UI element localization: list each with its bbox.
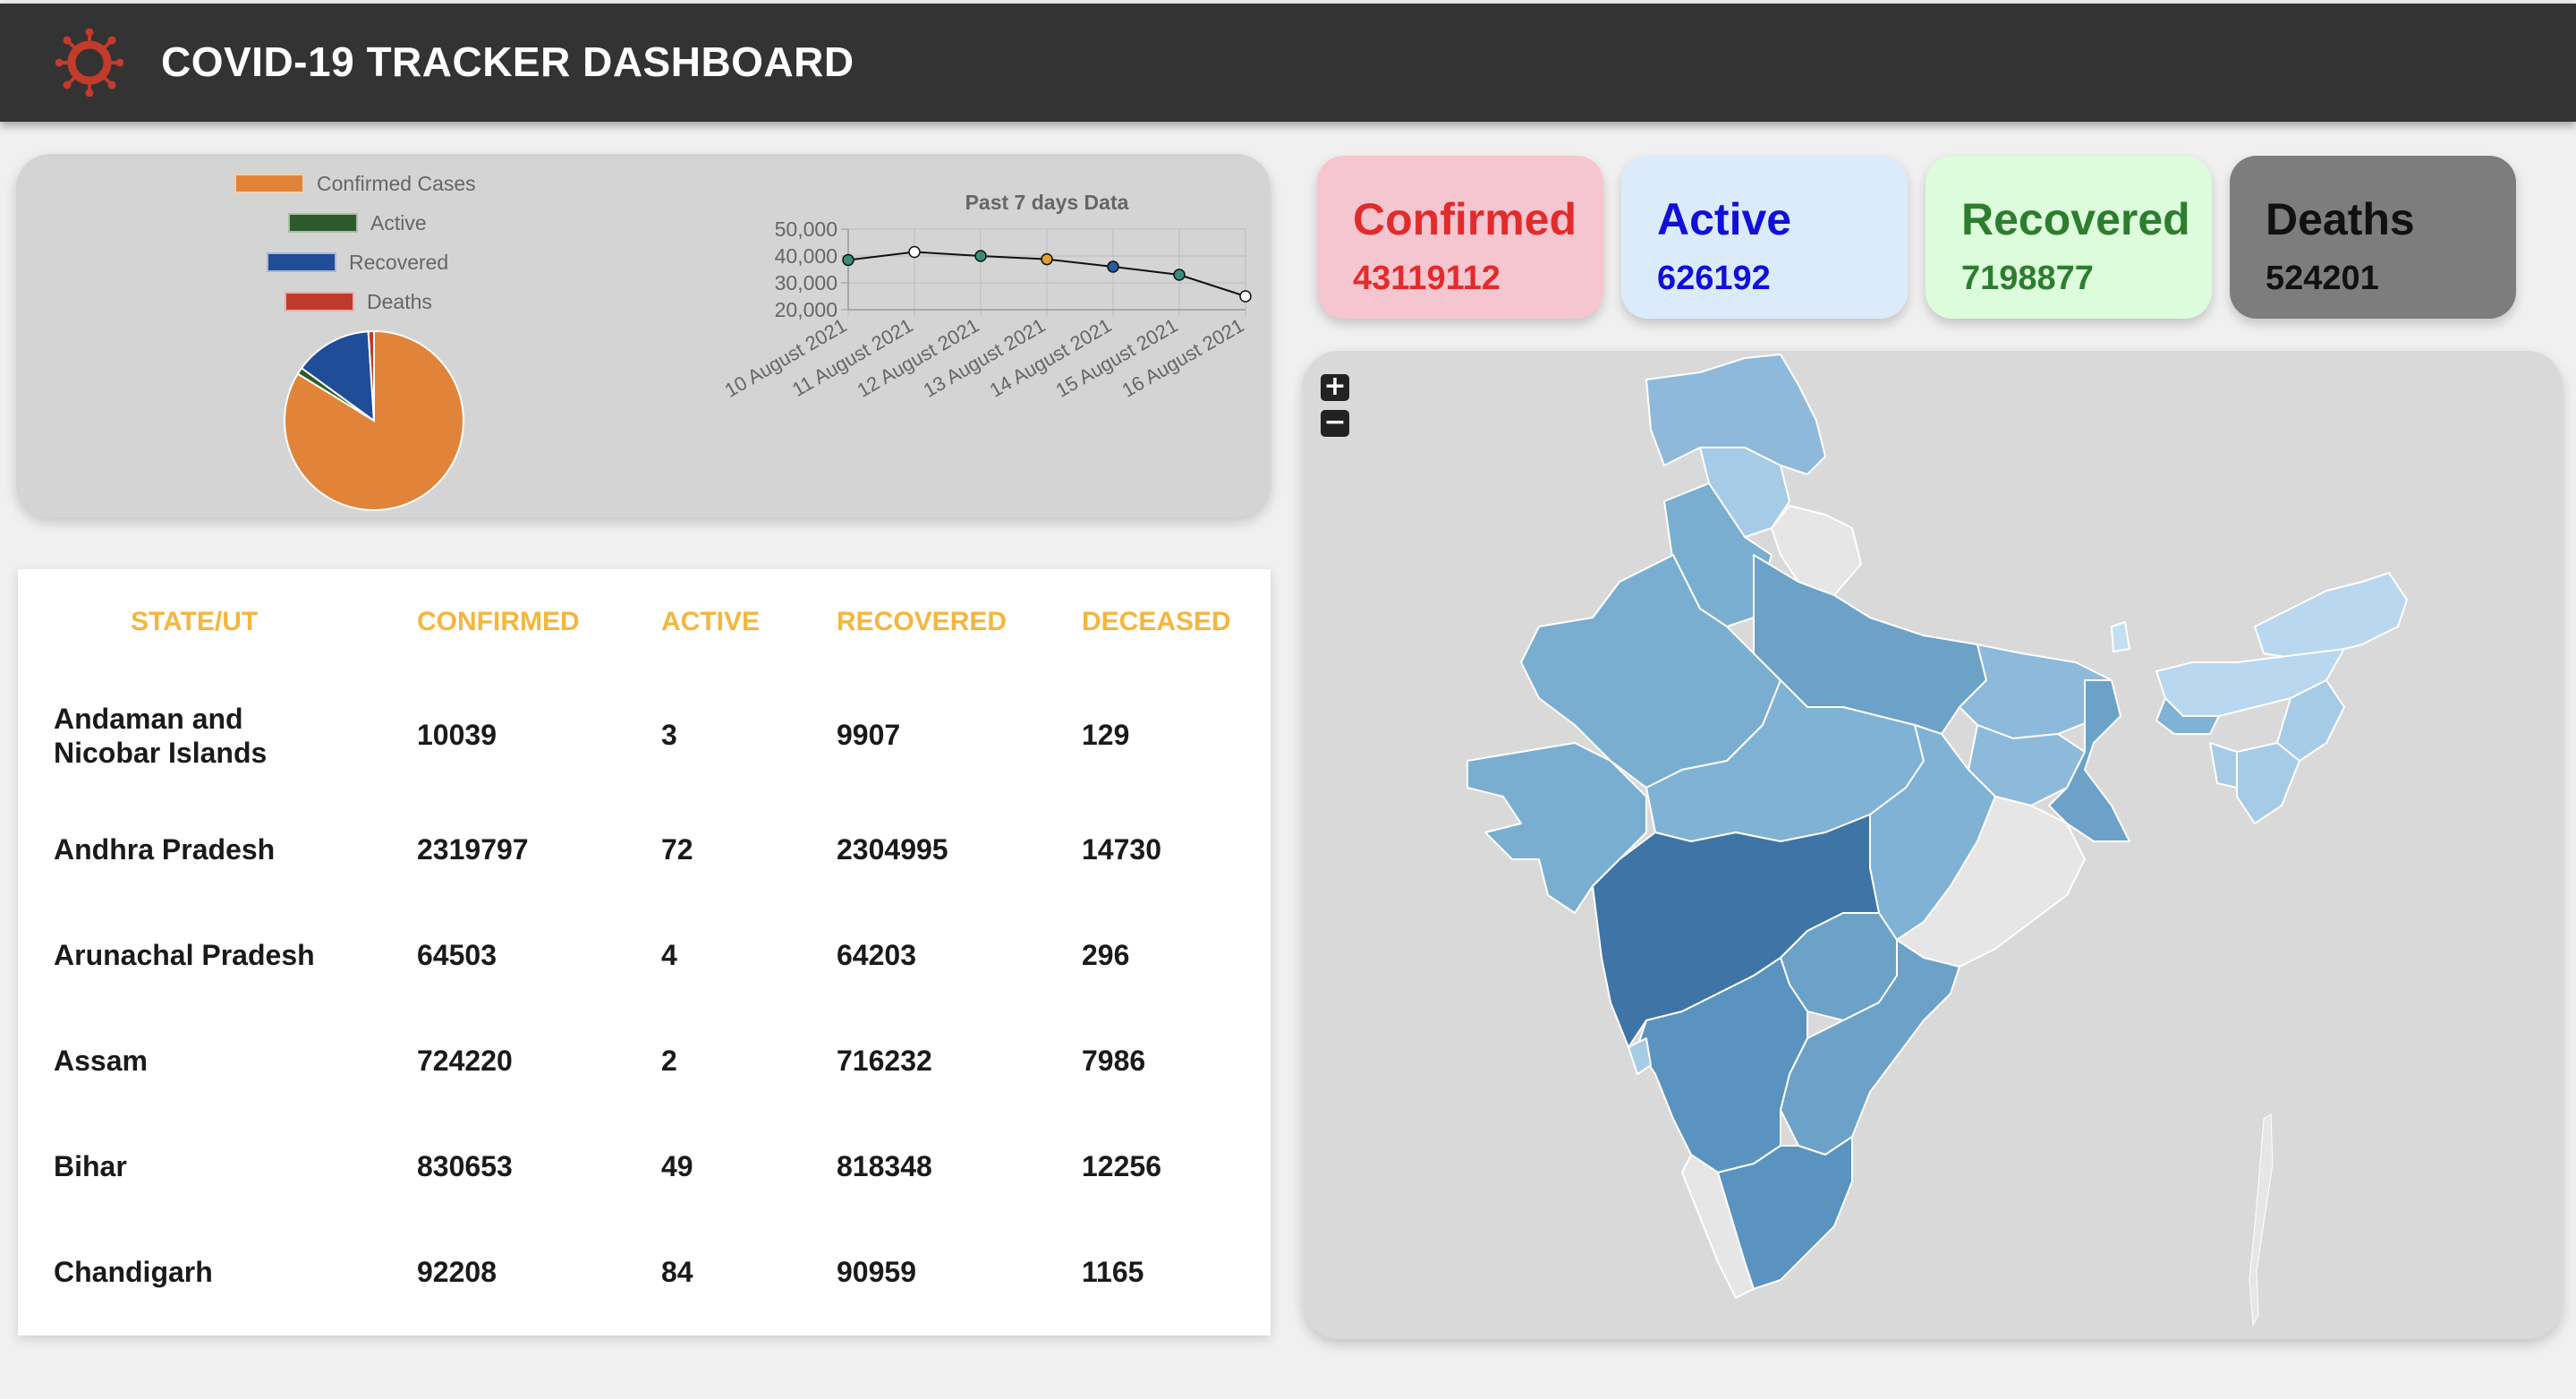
table-cell-deceased: 14730 — [1082, 833, 1161, 866]
legend-swatch-deaths — [285, 292, 354, 311]
charts-panel: Confirmed Cases Active Recovered Deaths … — [16, 154, 1271, 517]
line-chart-point — [1041, 252, 1053, 266]
map-region-tripura[interactable] — [2209, 742, 2238, 789]
table-cell-deceased: 12256 — [1082, 1150, 1161, 1182]
table-cell-confirmed: 64503 — [417, 939, 497, 971]
line-chart-ytick-label: 30,000 — [775, 271, 837, 294]
table-cell-confirmed: 724220 — [417, 1045, 513, 1077]
line-chart-ytick-label: 50,000 — [775, 218, 837, 241]
table-cell-deceased: 129 — [1082, 719, 1130, 751]
table-cell-state: Assam — [54, 1045, 148, 1077]
legend-label-confirmed: Confirmed Cases — [317, 172, 476, 195]
table-cell-confirmed: 2319797 — [417, 833, 529, 866]
line-chart-point — [1107, 260, 1119, 273]
deaths-value: 524201 — [2266, 260, 2379, 297]
table-cell-deceased: 296 — [1082, 939, 1130, 971]
recovered-title: Recovered — [1961, 194, 2190, 244]
line-chart-ytick-label: 40,000 — [775, 244, 837, 268]
table-cell-active: 72 — [661, 833, 693, 866]
recovered-card: Recovered 7198877 — [1926, 156, 2212, 319]
table-cell-active: 49 — [661, 1150, 693, 1182]
table-cell-confirmed: 830653 — [417, 1150, 513, 1182]
table-cell-state: Chandigarh — [54, 1256, 213, 1288]
table-cell-recovered: 716232 — [837, 1045, 932, 1077]
table-cell-deceased: 7986 — [1082, 1045, 1146, 1077]
line-chart-point — [908, 245, 921, 259]
legend-label-active: Active — [370, 211, 427, 235]
col-header-active[interactable]: ACTIVE — [661, 607, 760, 637]
deaths-card: Deaths 524201 — [2230, 156, 2516, 319]
confirmed-value: 43119112 — [1353, 260, 1501, 297]
india-map-panel[interactable]: + − — [1303, 351, 2563, 1339]
table-cell-state: Andaman and Nicobar Islands — [54, 703, 268, 769]
india-map[interactable] — [1303, 351, 2563, 1339]
app-title: COVID-19 TRACKER DASHBOARD — [161, 38, 854, 85]
states-table: STATE/UT CONFIRMED ACTIVE RECOVERED DECE… — [18, 569, 1271, 1335]
legend-label-deaths: Deaths — [367, 290, 432, 313]
table-cell-confirmed: 92208 — [417, 1256, 497, 1288]
active-title: Active — [1657, 194, 1792, 244]
pie-chart — [284, 329, 464, 511]
confirmed-title: Confirmed — [1353, 194, 1577, 244]
legend-swatch-active — [288, 213, 358, 233]
table-cell-active: 3 — [661, 719, 677, 751]
line-chart-point — [1239, 290, 1252, 303]
legend-label-recovered: Recovered — [349, 251, 449, 274]
active-card: Active 626192 — [1621, 156, 1908, 319]
col-header-recovered[interactable]: RECOVERED — [837, 607, 1007, 637]
map-region-sikkim[interactable] — [2111, 621, 2130, 653]
table-cell-state: Arunachal Pradesh — [54, 939, 315, 971]
table-cell-deceased: 1165 — [1082, 1256, 1144, 1288]
table-cell-active: 2 — [661, 1045, 677, 1077]
table-cell-recovered: 90959 — [837, 1256, 916, 1288]
table-cell-state: Andhra Pradesh — [54, 833, 276, 866]
map-region-andaman-islands[interactable] — [2249, 1113, 2274, 1326]
table-cell-active: 4 — [661, 939, 677, 971]
table-cell-active: 84 — [661, 1256, 693, 1288]
table-cell-recovered: 2304995 — [837, 833, 948, 866]
col-header-deceased[interactable]: DECEASED — [1082, 607, 1231, 637]
map-region-mizoram[interactable] — [2236, 742, 2300, 824]
table-cell-recovered: 64203 — [837, 939, 916, 971]
line-chart-ytick-label: 20,000 — [775, 298, 837, 321]
line-chart: Past 7 days Data 50,000 40,000 30,000 20,000… — [721, 191, 1252, 402]
line-chart-point — [974, 250, 987, 262]
line-chart-point — [842, 253, 854, 267]
virus-icon — [55, 29, 123, 97]
table-cell-recovered: 9907 — [837, 719, 901, 751]
line-chart-title: Past 7 days Data — [965, 191, 1129, 214]
top-bar: COVID-19 TRACKER DASHBOARD — [0, 4, 2576, 122]
recovered-value: 7198877 — [1961, 260, 2094, 297]
col-header-confirmed[interactable]: CONFIRMED — [417, 607, 580, 637]
legend-swatch-confirmed — [234, 174, 304, 193]
confirmed-card: Confirmed 43119112 — [1317, 156, 1603, 319]
line-chart-point — [1173, 269, 1186, 281]
legend-swatch-recovered — [267, 252, 336, 272]
map-region-arunachal[interactable] — [2254, 572, 2408, 659]
active-value: 626192 — [1657, 260, 1771, 297]
table-cell-confirmed: 10039 — [417, 719, 497, 751]
col-header-state[interactable]: STATE/UT — [131, 607, 258, 637]
table-cell-state: Bihar — [54, 1150, 127, 1182]
deaths-title: Deaths — [2266, 194, 2415, 244]
table-cell-recovered: 818348 — [837, 1150, 932, 1182]
